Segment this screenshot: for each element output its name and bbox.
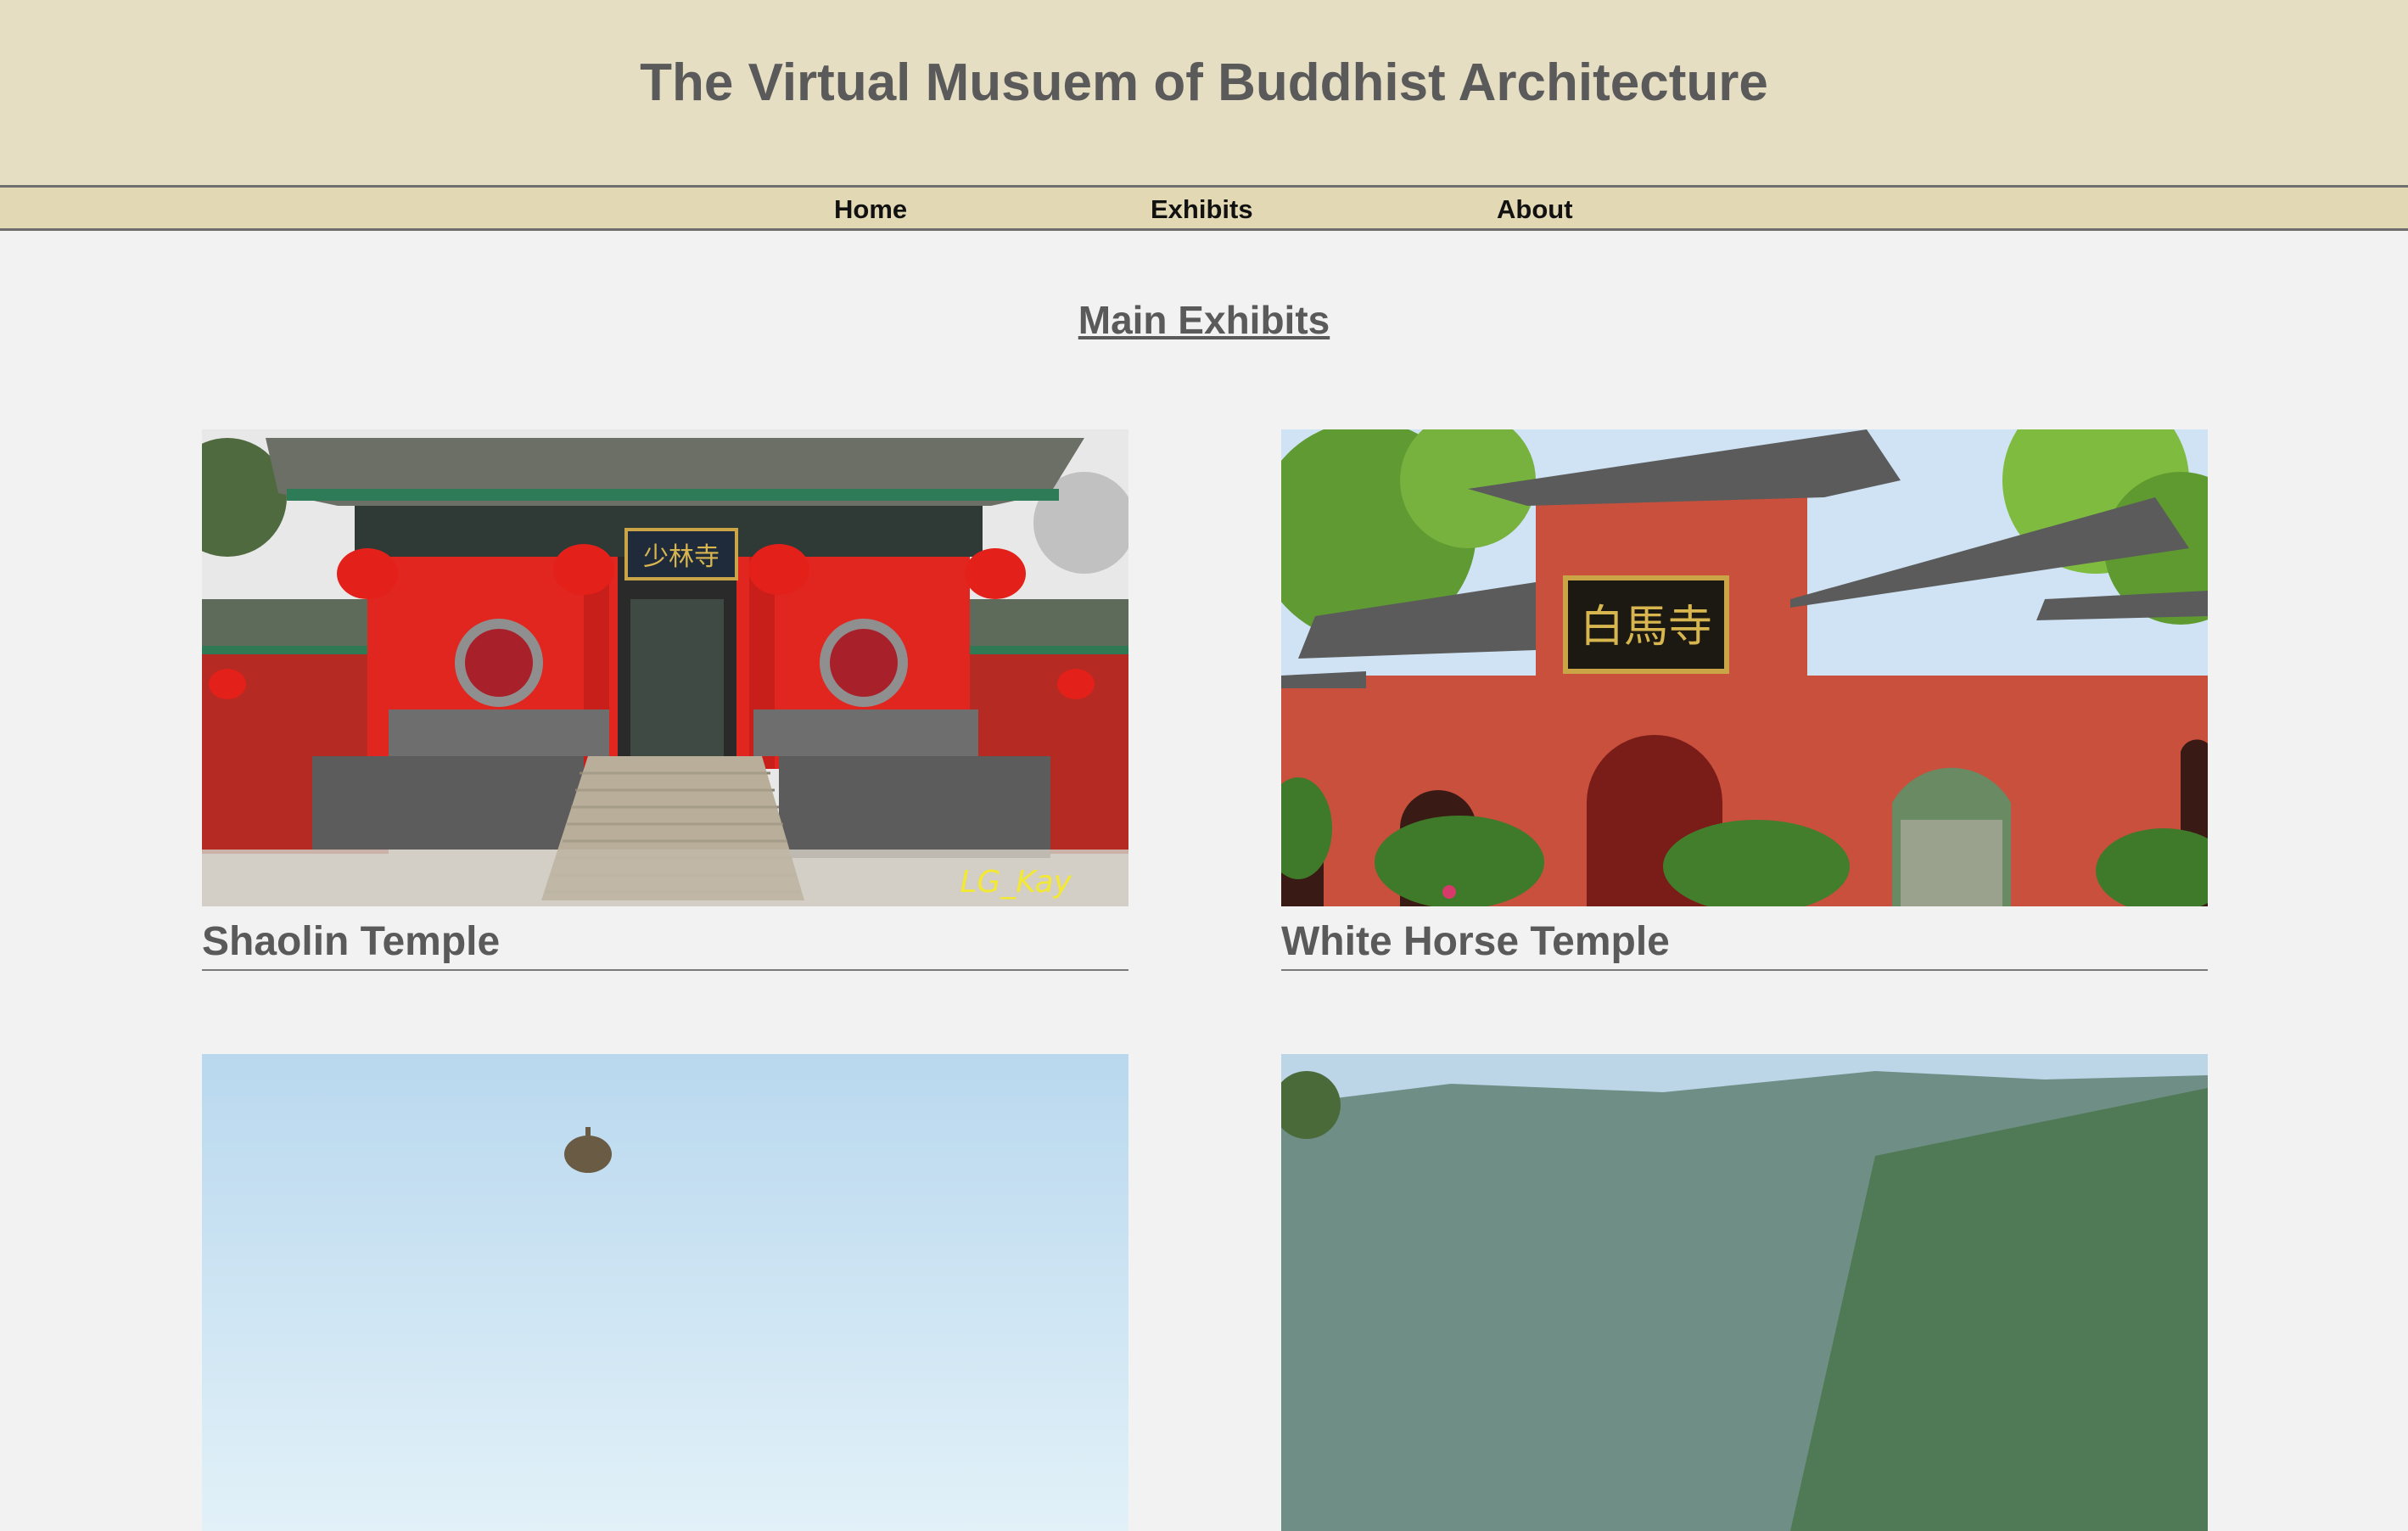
exhibit-image-4[interactable]: [1281, 1054, 2208, 1531]
nav-link-about[interactable]: About: [1497, 194, 1573, 225]
exhibit-title-white-horse[interactable]: White Horse Temple: [1281, 918, 1670, 965]
nav-bar: Home Exhibits About: [0, 185, 2408, 231]
site-title: The Virtual Musuem of Buddhist Architect…: [640, 53, 1768, 112]
shaolin-temple-image[interactable]: 少林寺 LG_Kay: [202, 429, 1128, 906]
nav-link-home[interactable]: Home: [834, 194, 907, 225]
nav-link-exhibits[interactable]: Exhibits: [1151, 194, 1253, 225]
shaolin-watermark: LG_Kay: [960, 865, 1072, 900]
exhibit-image-3[interactable]: [202, 1054, 1128, 1531]
shaolin-plaque-text: 少林寺: [643, 542, 720, 572]
exhibit-divider: [202, 969, 1128, 971]
site-header: The Virtual Musuem of Buddhist Architect…: [0, 0, 2408, 185]
white-horse-temple-image[interactable]: 白馬寺: [1281, 429, 2208, 906]
white-horse-plaque-text: 白馬寺: [1580, 602, 1712, 653]
section-heading: Main Exhibits: [1078, 298, 1330, 342]
exhibit-divider: [1281, 969, 2208, 971]
exhibit-title-shaolin[interactable]: Shaolin Temple: [202, 918, 500, 965]
